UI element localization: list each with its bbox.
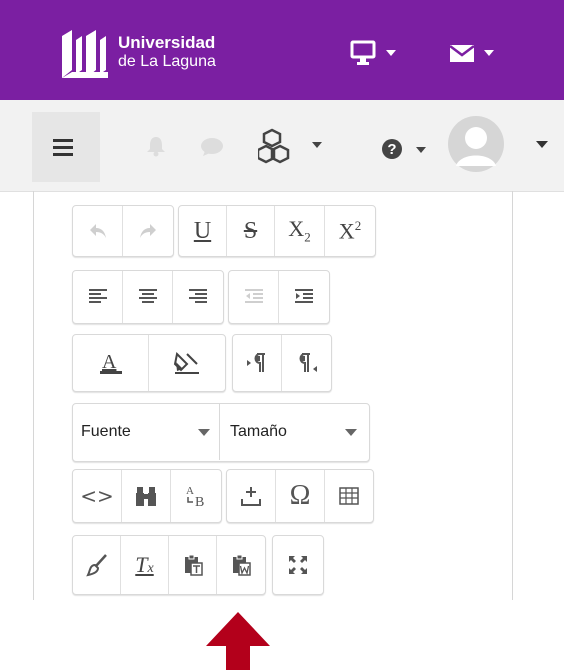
align-left-button[interactable] [73,271,123,323]
indent-group [228,270,330,324]
undo-button[interactable] [73,206,123,256]
strikethrough-button[interactable]: S [227,206,275,256]
cubes-menu-button[interactable] [256,128,328,169]
text-color-button[interactable]: A [73,335,149,391]
redo-button[interactable] [123,206,173,256]
bell-icon[interactable] [146,135,166,157]
binoculars-icon [136,487,156,506]
help-icon: ? [382,139,426,159]
paste-text-button[interactable] [169,536,217,594]
omega-icon: Ω [289,480,311,511]
chevron-down-icon [345,429,357,436]
ltr-button[interactable] [233,335,282,391]
menu-button[interactable] [32,112,100,182]
outdent-button[interactable] [229,271,279,323]
replace-icon: A B [186,485,204,509]
brand-name[interactable]: Universidad de La Laguna [118,34,216,70]
paste-text-icon [184,554,203,576]
brand-line-2: de La Laguna [118,53,216,70]
undo-redo-group [72,205,174,257]
brush-icon [85,554,107,577]
svg-text:B: B [195,495,204,509]
mail-menu-button[interactable] [448,40,508,71]
html-source-button[interactable]: <> [73,470,122,522]
font-size-label: Tamaño [230,422,287,440]
menu-icon [53,139,73,142]
svg-text:A: A [102,351,117,373]
redo-icon [140,224,156,238]
find-button[interactable] [122,470,171,522]
table-icon [339,487,359,505]
rtl-paragraph-icon [299,353,317,372]
table-button[interactable] [325,470,373,522]
color-group: A [72,334,226,392]
cubes-icon [256,128,322,164]
fullscreen-group [272,535,324,595]
avatar[interactable] [448,116,504,172]
brand-line-1: Universidad [118,33,216,52]
help-menu-button[interactable]: ? [380,137,432,166]
monitor-icon [350,40,396,65]
underline-button[interactable]: U [179,206,227,256]
subscript-button[interactable]: X2 [275,206,325,256]
user-menu-caret-icon[interactable] [535,140,549,150]
editor-border-left [33,191,34,600]
font-family-select[interactable]: Fuente [72,403,220,460]
svg-text:?: ? [387,141,396,158]
replace-button[interactable]: A B [171,470,221,522]
red-arrow-annotation [206,612,270,670]
alignment-group [72,270,224,324]
format-painter-button[interactable] [73,536,121,594]
background-color-button[interactable] [149,335,225,391]
chevron-down-icon [198,429,210,436]
text-color-icon: A [99,351,122,374]
code-icon: <> [80,484,114,508]
font-family-label: Fuente [81,422,131,440]
align-center-icon [138,289,157,303]
monitor-menu-button[interactable] [350,40,400,71]
insert-group: Ω [226,469,374,523]
indent-icon [295,289,313,303]
fullscreen-button[interactable] [273,536,323,594]
align-right-button[interactable] [173,271,223,323]
paste-word-button[interactable] [217,536,265,594]
editor-border-right [512,191,513,600]
svg-text:A: A [186,485,194,497]
rtl-button[interactable] [282,335,331,391]
special-character-button[interactable]: Ω [276,470,325,522]
text-style-group: U S X2 X2 [178,205,376,257]
indent-button[interactable] [279,271,329,323]
paint-bucket-icon [173,351,199,374]
fullscreen-icon [289,556,307,574]
align-center-button[interactable] [123,271,173,323]
paste-word-icon [233,554,251,576]
insert-line-icon [241,487,261,506]
ull-logo-icon[interactable] [60,30,110,78]
chat-icon[interactable] [200,137,224,157]
align-left-icon [88,289,107,303]
mail-icon [449,45,494,62]
tools-group: <> A B [72,469,222,523]
direction-group [232,334,332,392]
align-right-icon [189,289,207,303]
clipboard-group: Tx [72,535,266,595]
outdent-icon [244,289,263,303]
font-size-select[interactable]: Tamaño [221,403,368,460]
superscript-button[interactable]: X2 [325,206,375,256]
clear-formatting-button[interactable]: Tx [121,536,169,594]
insert-line-button[interactable] [227,470,276,522]
undo-icon [89,224,106,238]
ltr-paragraph-icon [247,353,265,372]
